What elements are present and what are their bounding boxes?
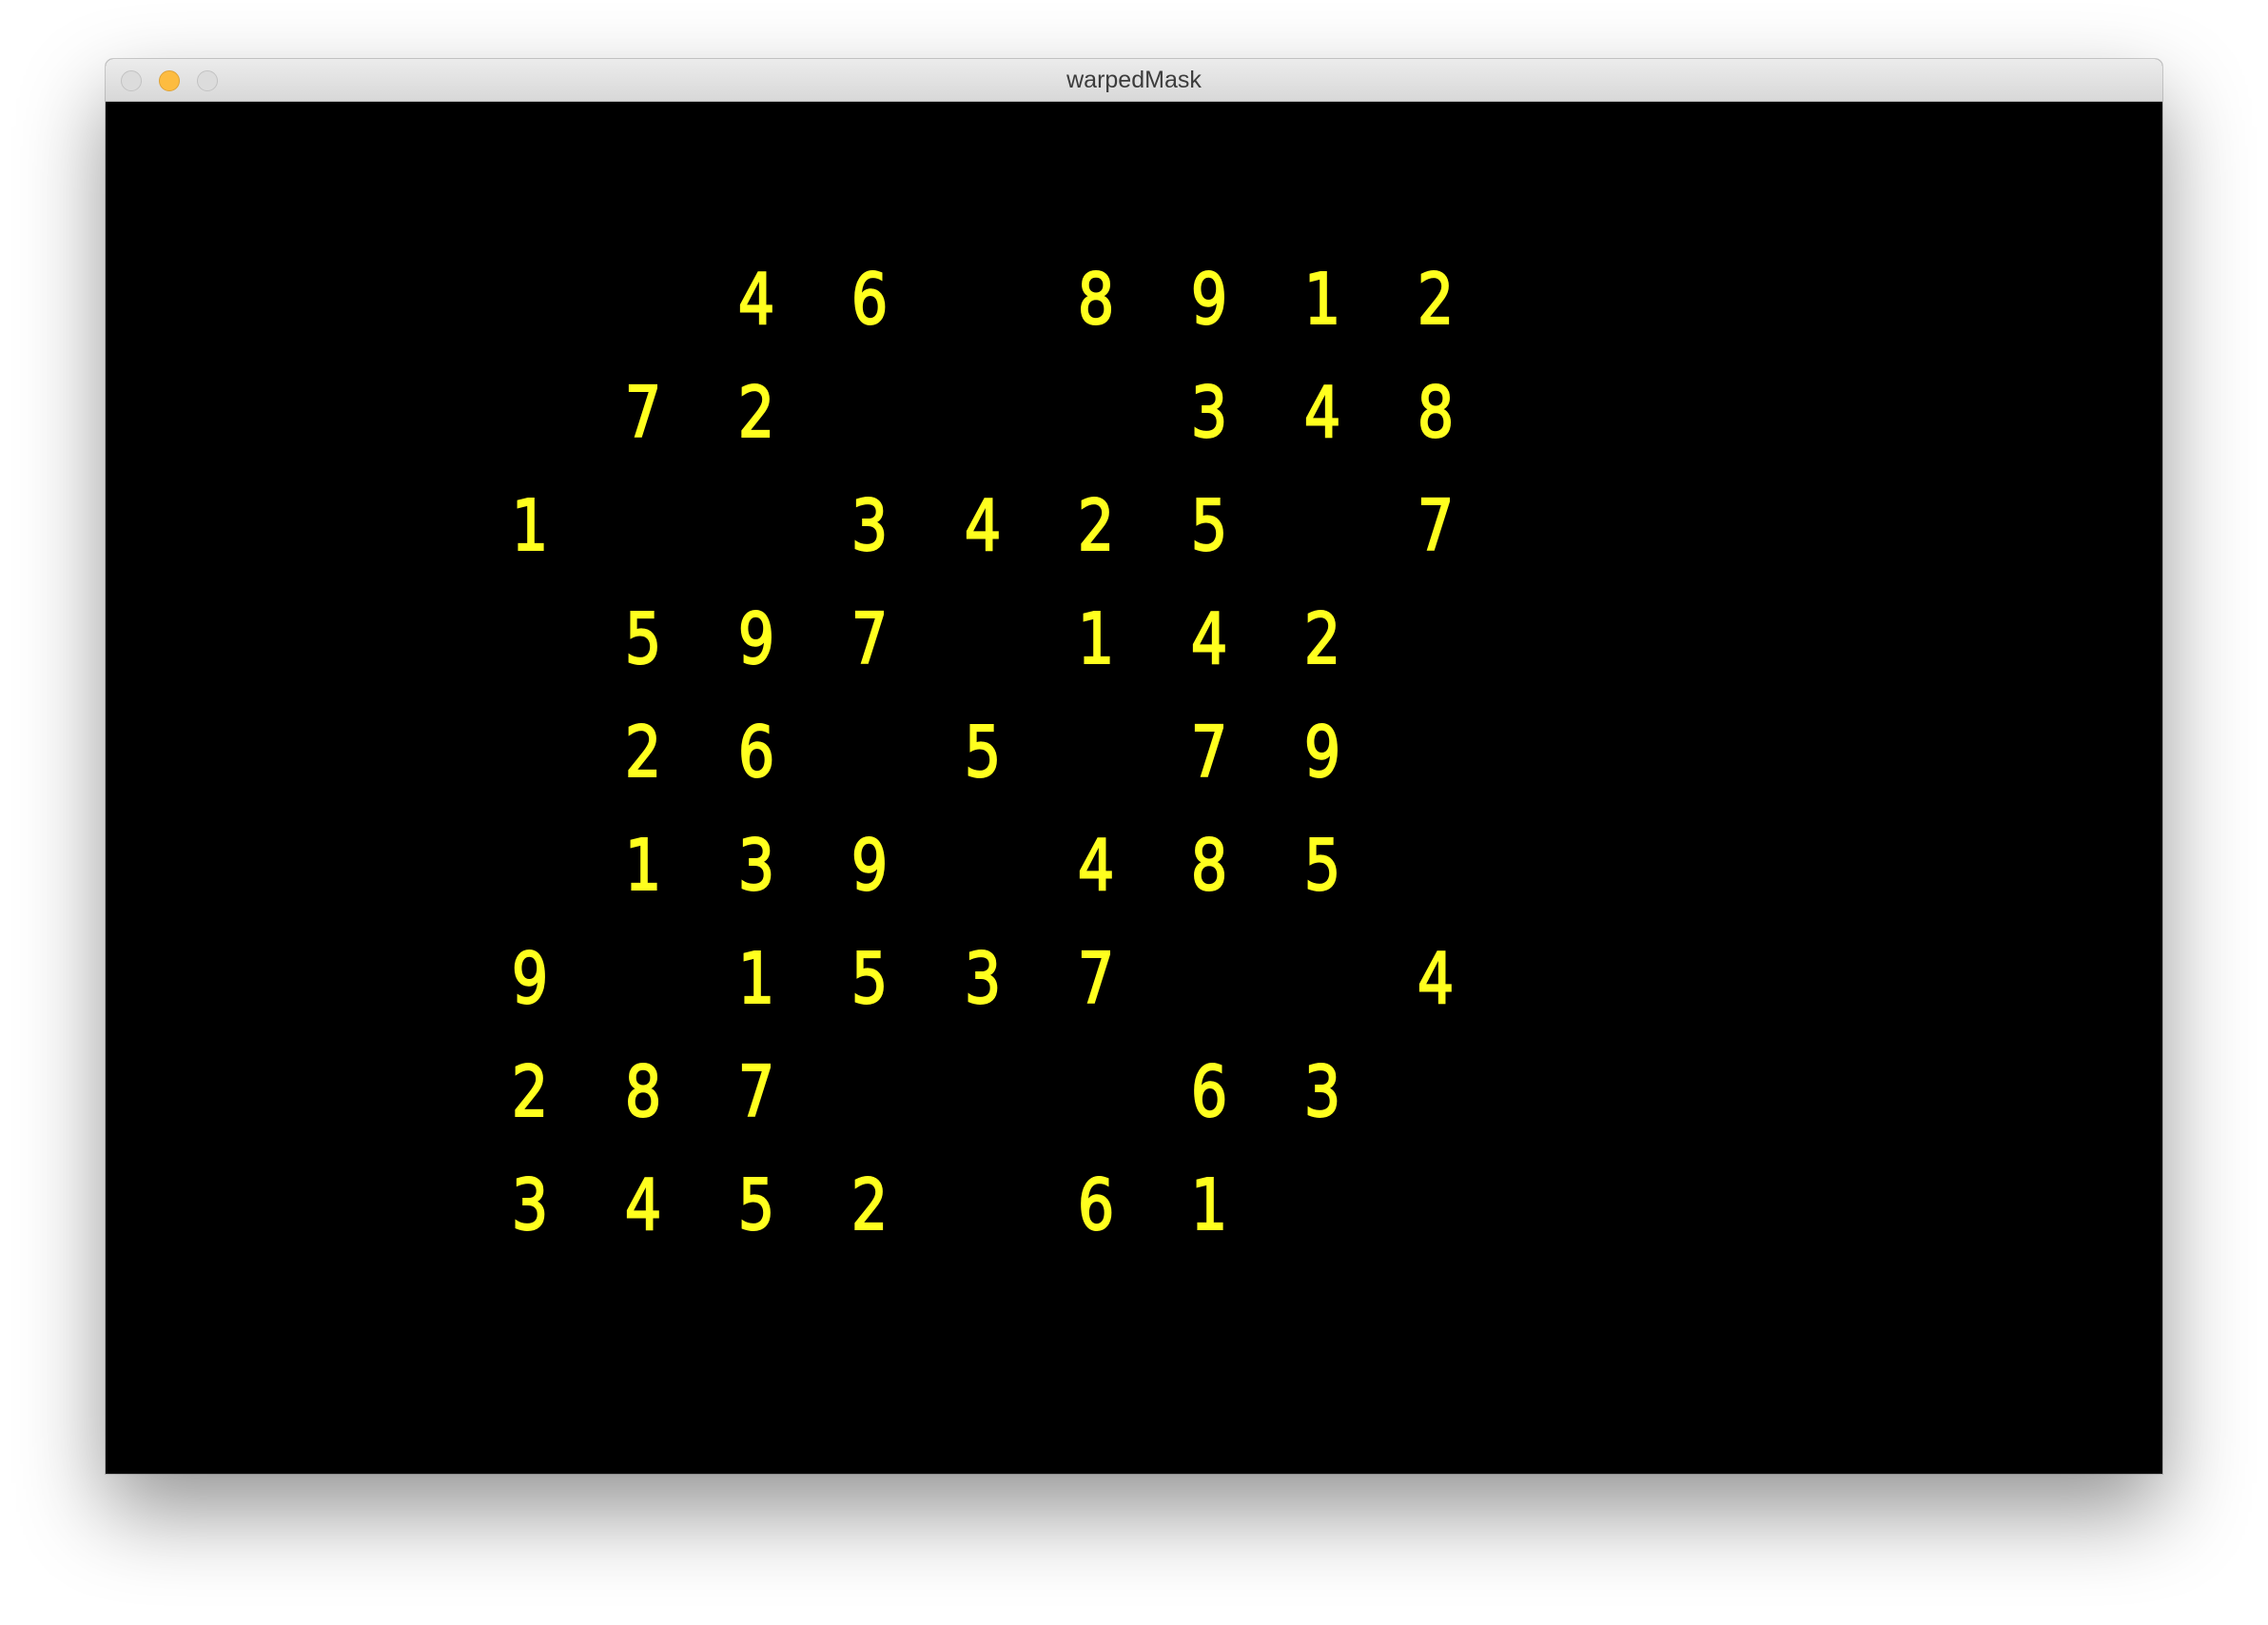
grid-digit: 1 bbox=[1190, 1164, 1228, 1247]
grid-digit: 2 bbox=[1417, 258, 1455, 342]
grid-digit: 2 bbox=[737, 371, 775, 455]
grid-digit: 4 bbox=[624, 1164, 662, 1247]
grid-digit: 3 bbox=[964, 937, 1002, 1021]
grid-digit: 2 bbox=[1303, 597, 1341, 681]
grid-digit: 1 bbox=[737, 937, 775, 1021]
grid-digit: 5 bbox=[1303, 824, 1341, 908]
grid-digit: 3 bbox=[850, 484, 889, 568]
grid-digit: 1 bbox=[1303, 258, 1341, 342]
grid-digit: 6 bbox=[850, 258, 889, 342]
grid-digit: 4 bbox=[1077, 824, 1115, 908]
window-title: warpedMask bbox=[1066, 67, 1202, 93]
grid-digit: 1 bbox=[1077, 597, 1115, 681]
grid-digit: 5 bbox=[964, 711, 1002, 794]
grid-digit: 3 bbox=[1303, 1050, 1341, 1134]
grid-digit: 5 bbox=[1190, 484, 1228, 568]
grid-digit: 5 bbox=[624, 597, 662, 681]
title-bar[interactable]: warpedMask bbox=[106, 59, 2162, 102]
grid-digit: 9 bbox=[737, 597, 775, 681]
grid-digit: 7 bbox=[737, 1050, 775, 1134]
grid-digit: 8 bbox=[1190, 824, 1228, 908]
grid-digit: 4 bbox=[737, 258, 775, 342]
grid-digit: 2 bbox=[511, 1050, 549, 1134]
grid-digit: 9 bbox=[1190, 258, 1228, 342]
grid-digit: 8 bbox=[1417, 371, 1455, 455]
grid-digit: 8 bbox=[624, 1050, 662, 1134]
grid-digit: 9 bbox=[1303, 711, 1341, 794]
grid-digit: 1 bbox=[624, 824, 662, 908]
grid-digit: 3 bbox=[511, 1164, 549, 1247]
grid-digit: 3 bbox=[1190, 371, 1228, 455]
image-canvas: 4689127234813425759714226579139485915374… bbox=[106, 102, 2162, 1474]
grid-digit: 5 bbox=[850, 937, 889, 1021]
grid-digit: 6 bbox=[737, 711, 775, 794]
app-window: warpedMask 46891272348134257597142265791… bbox=[106, 59, 2162, 1474]
digit-grid: 4689127234813425759714226579139485915374… bbox=[106, 102, 2162, 1474]
grid-digit: 2 bbox=[624, 711, 662, 794]
grid-digit: 8 bbox=[1077, 258, 1115, 342]
grid-digit: 3 bbox=[737, 824, 775, 908]
grid-digit: 6 bbox=[1190, 1050, 1228, 1134]
grid-digit: 9 bbox=[511, 937, 549, 1021]
grid-digit: 4 bbox=[1303, 371, 1341, 455]
grid-digit: 7 bbox=[624, 371, 662, 455]
grid-digit: 7 bbox=[1077, 937, 1115, 1021]
grid-digit: 5 bbox=[737, 1164, 775, 1247]
grid-digit: 2 bbox=[1077, 484, 1115, 568]
grid-digit: 7 bbox=[850, 597, 889, 681]
grid-digit: 4 bbox=[964, 484, 1002, 568]
grid-digit: 4 bbox=[1190, 597, 1228, 681]
grid-digit: 4 bbox=[1417, 937, 1455, 1021]
grid-digit: 6 bbox=[1077, 1164, 1115, 1247]
grid-digit: 1 bbox=[511, 484, 549, 568]
grid-digit: 7 bbox=[1190, 711, 1228, 794]
grid-digit: 2 bbox=[850, 1164, 889, 1247]
grid-digit: 9 bbox=[850, 824, 889, 908]
grid-digit: 7 bbox=[1417, 484, 1455, 568]
